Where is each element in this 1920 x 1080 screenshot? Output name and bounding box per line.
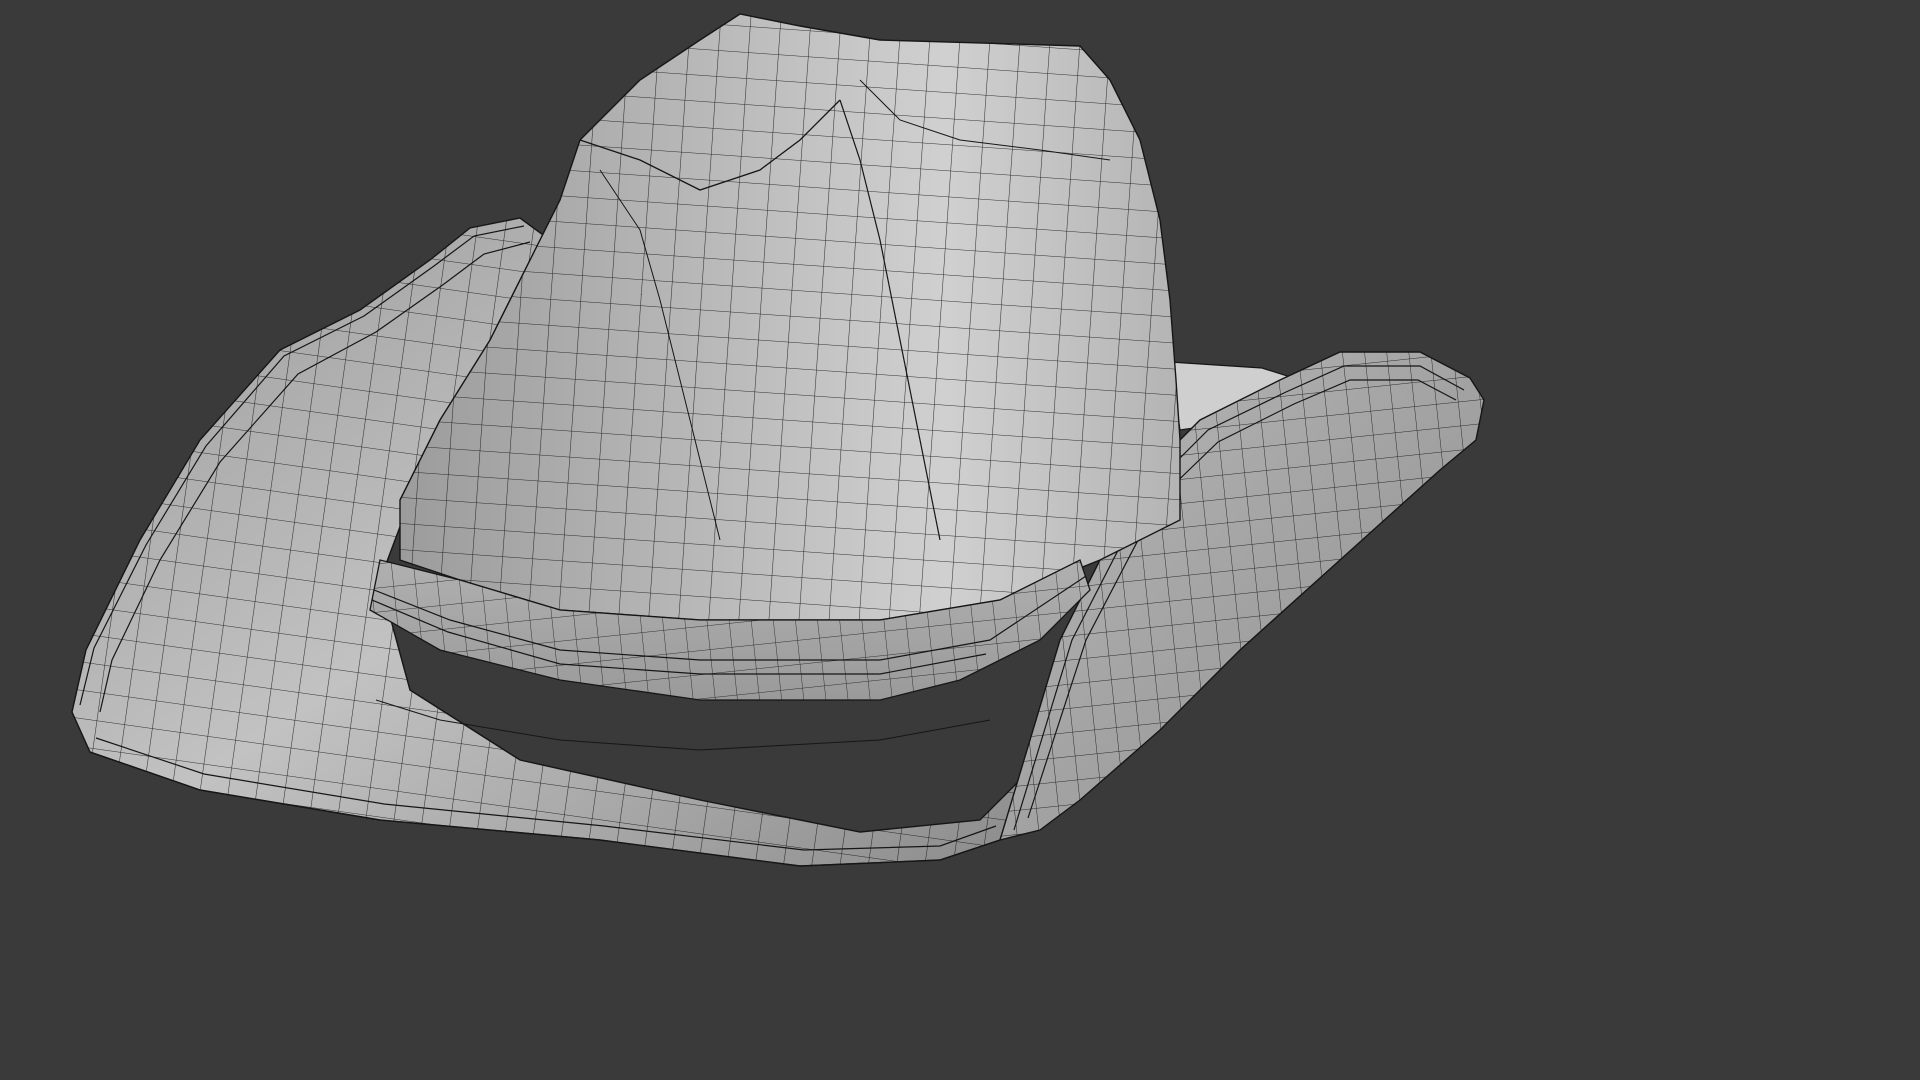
viewport-canvas[interactable] [0, 0, 1568, 882]
hat-crown[interactable] [399, 13, 1181, 621]
3d-viewport[interactable] [0, 0, 1568, 882]
